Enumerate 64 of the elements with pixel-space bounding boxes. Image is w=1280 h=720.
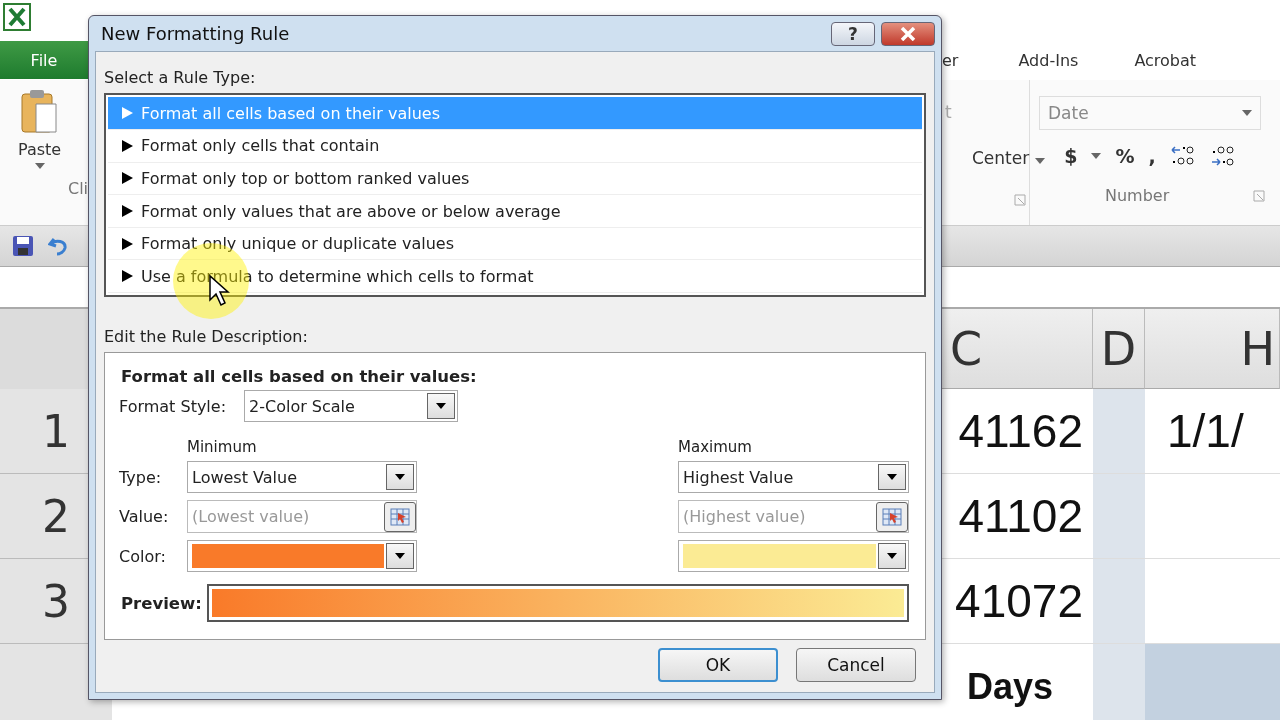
- field-label: Value:: [119, 507, 170, 526]
- percent-button[interactable]: %: [1115, 145, 1135, 167]
- close-button[interactable]: [881, 21, 935, 46]
- ribbon-label: t: [945, 102, 952, 122]
- triangle-icon: [122, 139, 133, 152]
- triangle-icon: [122, 172, 133, 185]
- paste-button[interactable]: Paste: [0, 88, 62, 169]
- type-dropdown[interactable]: Lowest Value: [187, 461, 417, 493]
- caret-icon[interactable]: [1091, 153, 1102, 159]
- rule-type-item[interactable]: Format only values that are above or below average: [108, 195, 922, 228]
- increase-decimal-icon[interactable]: [1169, 144, 1196, 168]
- panel-heading: Format all cells based on their values:: [121, 367, 478, 386]
- caret-icon: [395, 474, 405, 480]
- currency-button[interactable]: $: [1064, 145, 1078, 167]
- format-style-dropdown[interactable]: 2-Color Scale: [244, 390, 459, 422]
- caret-icon: [887, 474, 897, 480]
- column-header: D: [1093, 309, 1145, 389]
- clipboard-icon: [19, 88, 60, 136]
- close-icon: [900, 26, 916, 41]
- caret-icon: [1242, 110, 1252, 116]
- group-label: Number: [1105, 186, 1170, 205]
- ok-button[interactable]: OK: [658, 648, 778, 682]
- range-picker-button[interactable]: [876, 501, 908, 532]
- caret-icon: [887, 553, 897, 559]
- spreadsheet-app-icon[interactable]: [3, 3, 31, 31]
- table-cell: Days: [966, 666, 1053, 707]
- ribbon-tab[interactable]: Acrobat: [1134, 50, 1197, 70]
- table-cell: 1/1/: [1167, 404, 1244, 458]
- range-picker-icon: [390, 507, 410, 526]
- triangle-icon: [122, 270, 133, 283]
- rule-type-item[interactable]: Format only top or bottom ranked values: [108, 162, 922, 196]
- triangle-icon: [122, 107, 133, 120]
- color-dropdown[interactable]: [187, 540, 417, 572]
- triangle-icon: [122, 205, 133, 217]
- caret-icon: [395, 553, 405, 559]
- file-tab[interactable]: File: [0, 41, 88, 79]
- help-button[interactable]: ?: [831, 21, 875, 46]
- color-dropdown[interactable]: [678, 540, 909, 572]
- field-label: Format Style:: [119, 396, 227, 416]
- save-icon[interactable]: [12, 235, 34, 257]
- ribbon-tab[interactable]: er: [942, 50, 959, 70]
- column-heading: Maximum: [678, 438, 753, 456]
- ribbon-tab[interactable]: Add-Ins: [1018, 50, 1079, 70]
- triangle-icon: [122, 237, 133, 250]
- cancel-button[interactable]: Cancel: [796, 648, 916, 682]
- column-heading: Minimum: [187, 438, 258, 456]
- range-picker-icon: [882, 507, 902, 526]
- column-header: H: [1145, 309, 1280, 389]
- field-label: Preview:: [121, 593, 201, 613]
- undo-icon[interactable]: [48, 235, 70, 257]
- caret-icon: [1034, 158, 1045, 164]
- rule-type-item[interactable]: Format only cells that contain: [108, 130, 922, 163]
- comma-button[interactable]: ,: [1148, 145, 1156, 167]
- merge-center-button[interactable]: Center: [972, 148, 1045, 168]
- caret-icon: [34, 163, 45, 169]
- value-field[interactable]: (Highest value): [678, 500, 909, 533]
- value-field[interactable]: (Lowest value): [187, 500, 417, 533]
- range-picker-button[interactable]: [384, 501, 416, 532]
- section-label: Select a Rule Type:: [104, 68, 257, 88]
- group-label: Cli: [68, 179, 89, 198]
- type-dropdown[interactable]: Highest Value: [678, 461, 909, 493]
- decrease-decimal-icon[interactable]: [1209, 144, 1236, 168]
- window-title: New Formatting Rule: [101, 23, 291, 45]
- caret-icon: [436, 403, 447, 409]
